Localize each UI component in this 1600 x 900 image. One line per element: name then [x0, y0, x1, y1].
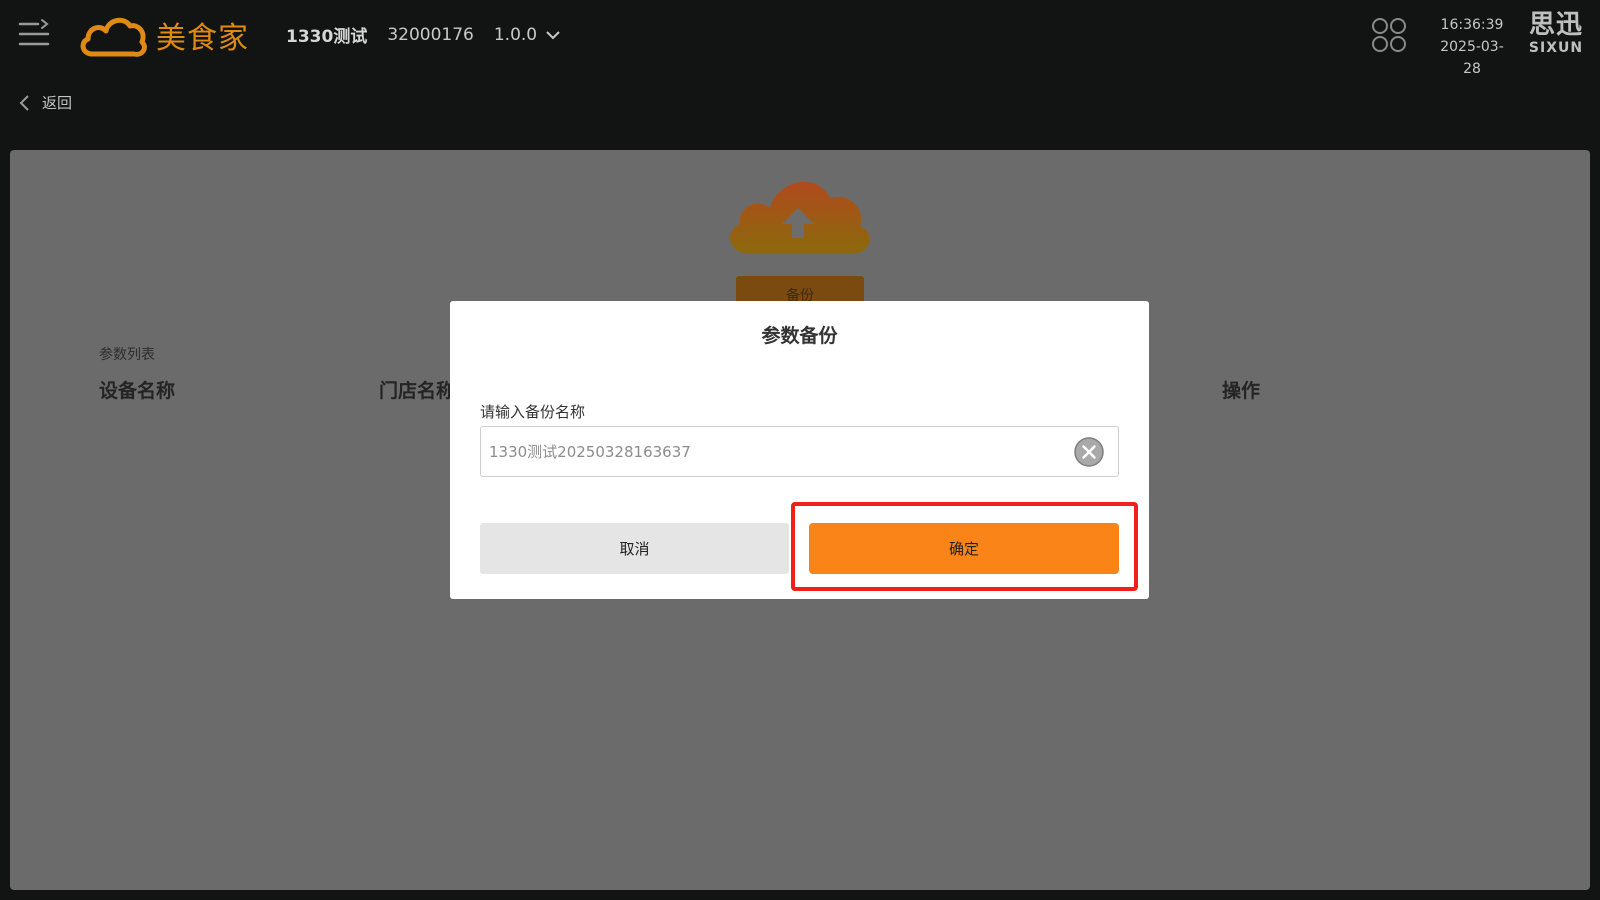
field-label: 请输入备份名称	[480, 403, 586, 421]
back-label: 返回	[42, 94, 73, 112]
version-label: 1.0.0	[493, 24, 538, 45]
confirm-button[interactable]: 确定	[809, 523, 1119, 574]
app-name: 美食家	[156, 21, 249, 56]
brand-logo: 思迅 SIXUN	[1522, 10, 1590, 56]
top-header: 美食家 1330测试 32000176 1.0.0 16:36:39 2025-…	[0, 0, 1600, 77]
app-logo: 美食家	[78, 12, 249, 58]
chevron-down-icon	[546, 30, 560, 39]
back-chevron-icon	[19, 94, 29, 111]
store-code: 32000176	[387, 24, 474, 45]
app-grid-icon[interactable]	[1370, 16, 1408, 54]
cloud-logo-icon	[80, 17, 147, 57]
column-header-actions: 操作	[1222, 380, 1261, 402]
list-caption: 参数列表	[99, 347, 155, 363]
store-info: 1330测试 32000176 1.0.0	[286, 22, 561, 47]
dialog-title: 参数备份	[761, 325, 838, 347]
column-header-device: 设备名称	[99, 380, 176, 402]
column-header-store: 门店名称	[379, 380, 456, 402]
clock: 16:36:39 2025-03-28	[1432, 14, 1512, 80]
backup-dialog: 参数备份 请输入备份名称 取消 确定	[450, 301, 1149, 599]
brand-cn: 思迅	[1528, 10, 1583, 40]
back-button[interactable]: 返回	[18, 92, 72, 113]
brand-en: SIXUN	[1528, 40, 1584, 56]
backup-name-field	[480, 426, 1119, 477]
version-selector[interactable]: 1.0.0	[494, 25, 561, 45]
store-name: 1330测试	[286, 27, 368, 47]
clear-icon[interactable]	[1073, 436, 1105, 468]
cancel-button[interactable]: 取消	[480, 523, 789, 574]
cloud-upload-icon	[729, 181, 870, 254]
clock-date: 2025-03-28	[1440, 39, 1504, 77]
menu-icon[interactable]	[16, 16, 52, 52]
backup-name-input[interactable]	[489, 427, 1059, 476]
clock-time: 16:36:39	[1440, 17, 1504, 33]
